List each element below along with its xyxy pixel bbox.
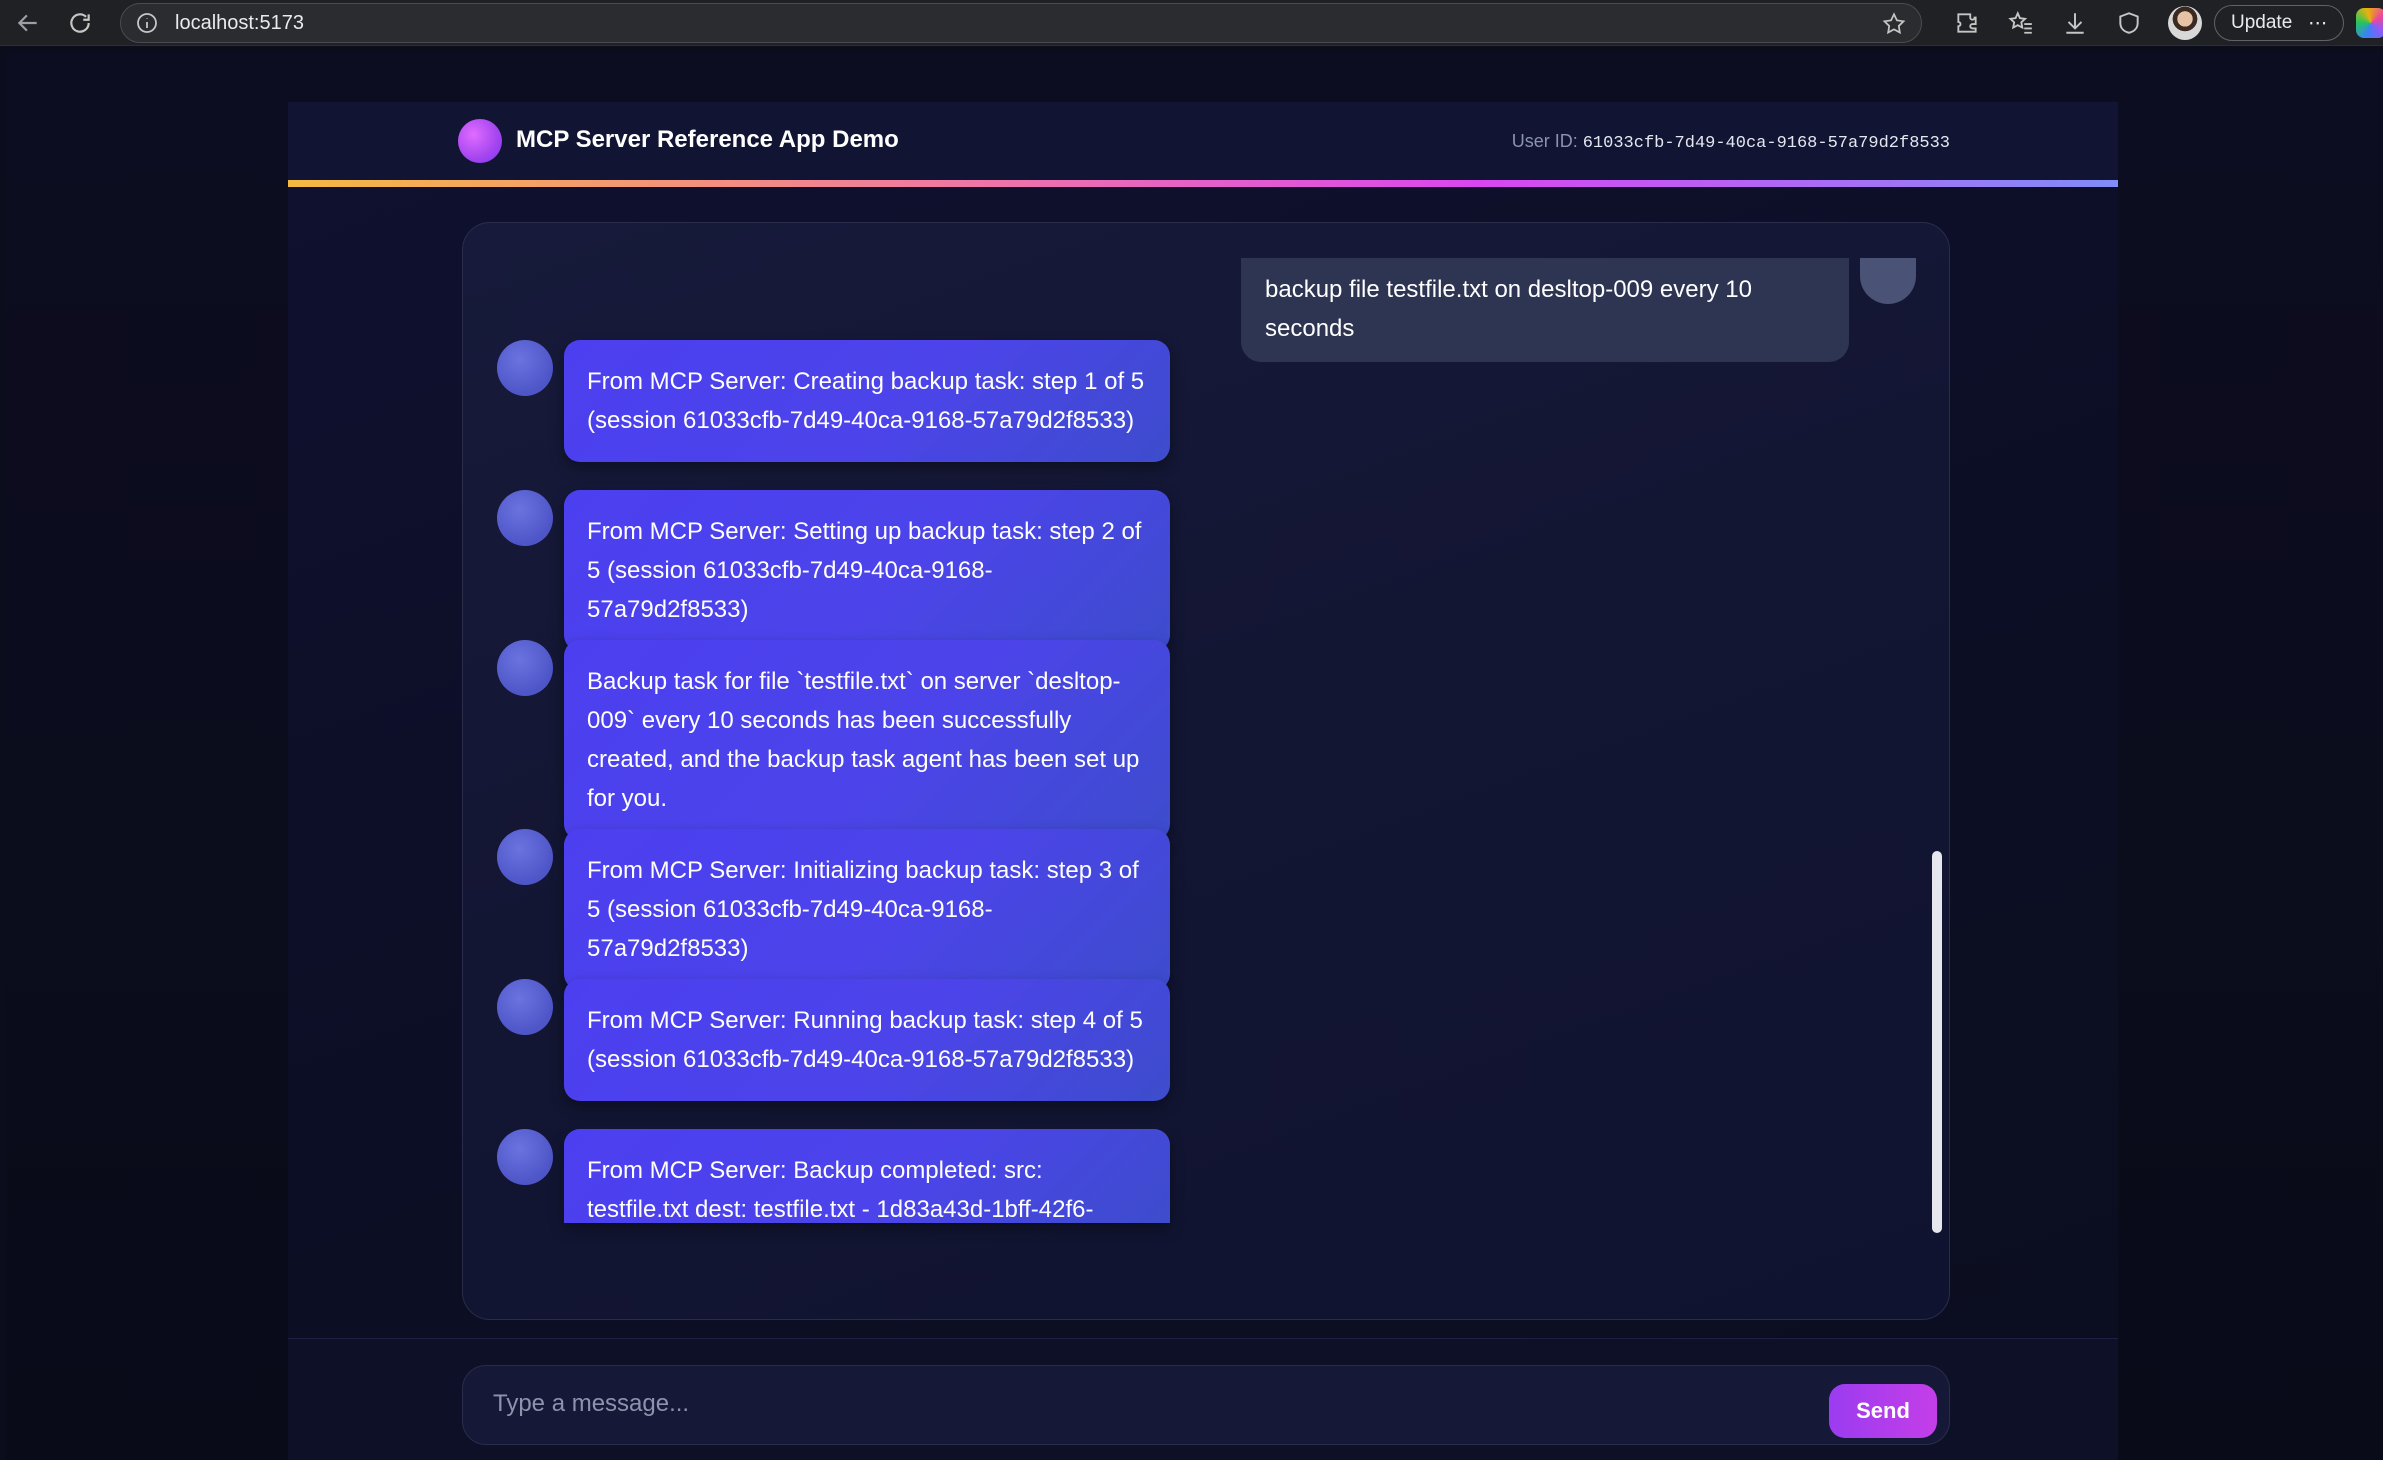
app-title: MCP Server Reference App Demo [516,126,899,153]
profile-avatar[interactable] [2168,6,2202,40]
bot-avatar [497,979,553,1035]
bot-avatar [497,1129,553,1185]
user-id-value: 61033cfb-7d49-40ca-9168-57a79d2f8533 [1582,134,1950,153]
bot-message-bubble: From MCP Server: Running backup task: st… [564,979,1170,1101]
favorites-icon[interactable] [1994,0,2048,46]
bot-message-bubble: From MCP Server: Backup completed: src: … [564,1129,1170,1223]
reload-icon[interactable] [62,5,98,41]
url-text: localhost:5173 [175,11,304,34]
bot-message-bubble: From MCP Server: Creating backup task: s… [564,340,1170,462]
user-id-label: User ID: [1511,131,1578,151]
browser-toolbar: localhost:5173 Update ⋯ [0,0,2383,46]
bot-avatar [497,340,553,396]
message-input-wrapper: Send [462,1365,1950,1445]
back-icon[interactable] [10,5,46,41]
bookmark-star-icon[interactable] [1881,11,1907,37]
user-avatar [1860,258,1916,304]
user-message-bubble: backup file testfile.txt on desltop-009 … [1241,258,1849,362]
chat-scrollbar[interactable] [1932,851,1942,1233]
browser-toolbar-icons: Update ⋯ [1940,0,2383,46]
copilot-icon[interactable] [2356,8,2383,38]
bot-message-bubble: From MCP Server: Initializing backup tas… [564,829,1170,990]
update-button[interactable]: Update ⋯ [2214,5,2345,41]
bot-avatar [497,490,553,546]
header-accent-bar [288,180,2118,187]
bot-message: From MCP Server: Backup completed: src: … [497,1129,1217,1279]
message-composer: Send [288,1338,2118,1460]
address-bar[interactable]: localhost:5173 [120,3,1922,43]
more-menu-icon[interactable]: ⋯ [2308,12,2327,35]
update-label: Update [2231,12,2293,33]
chat-messages-panel[interactable]: backup file testfile.txt on desltop-009 … [462,222,1950,1320]
send-button[interactable]: Send [1829,1384,1937,1438]
message-input[interactable] [491,1384,1791,1424]
bot-avatar [497,640,553,696]
extensions-icon[interactable] [1940,0,1994,46]
app-header: MCP Server Reference App Demo User ID: 6… [288,102,2118,182]
bot-message-bubble: From MCP Server: Setting up backup task:… [564,490,1170,651]
brand-logo-icon [458,119,502,163]
page-viewport: MCP Server Reference App Demo User ID: 6… [6,52,2383,1460]
user-id-display: User ID: 61033cfb-7d49-40ca-9168-57a79d2… [1512,131,1950,153]
browser-essentials-shield-icon[interactable] [2102,0,2156,46]
app-container: MCP Server Reference App Demo User ID: 6… [288,102,2118,1460]
site-info-icon[interactable] [135,11,159,35]
bot-message-bubble: Backup task for file `testfile.txt` on s… [564,640,1170,840]
bot-avatar [497,829,553,885]
downloads-icon[interactable] [2048,0,2102,46]
